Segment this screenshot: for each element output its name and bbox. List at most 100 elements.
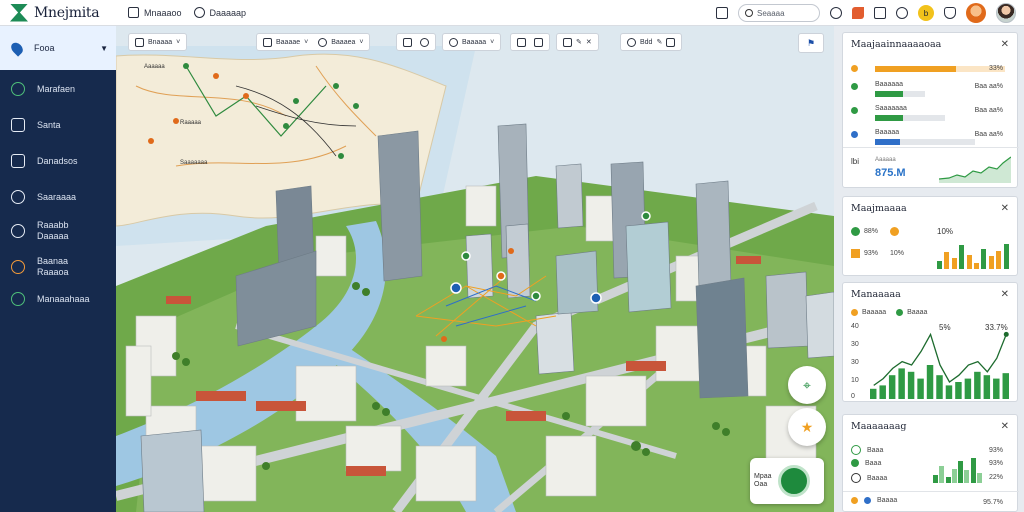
sidebar: Fooa ▼ Marafaen Santa Danadsos Saaraaaa … [0,26,116,512]
legend-item: 88% [851,227,900,236]
panel-title: Maaaaaaag [851,420,907,432]
legend: Baaaaa Baaaa [851,309,927,316]
star-icon: ★ [800,418,814,435]
sidebar-item-network[interactable]: Manaaahaaa [0,292,116,306]
map-toolbar-measure[interactable]: Bdd ✎ [620,33,683,51]
sidebar-item-label-group: Baanaa Raaaoa [37,256,69,278]
chart-icon [11,154,25,168]
ruler-icon [627,37,636,47]
sidebar-item-dashboard[interactable]: Danadsos [0,154,116,168]
close-icon: ✕ [585,39,592,46]
route-card[interactable]: Mpaa Oaa [750,458,824,504]
tab-dashboard[interactable]: Daaaaap [193,7,246,18]
close-icon[interactable]: ✕ [1001,203,1009,214]
locate-icon [420,37,429,47]
flag-icon: ⚑ [806,37,816,48]
sidebar-item-active[interactable]: Fooa ▼ [0,26,116,70]
chart-bar [955,382,962,399]
topbar-actions: Seaaaa b [716,3,1016,23]
chart-bar [966,255,972,269]
stat-sublabel: Aaaaaa [875,157,896,163]
y-tick: 40 [851,323,859,330]
status-row: Baaaa [851,473,887,483]
divider [843,147,1019,148]
chart-bar [937,260,942,269]
chevron-down-icon[interactable]: ▼ [100,44,108,53]
map-toolbar-filters[interactable]: Baaaae ˅ Baaaea ˅ [256,33,371,51]
sidebar-item-map[interactable]: Marafaen [0,82,116,96]
brand[interactable]: Mnejmita [0,0,116,26]
status-icon [851,445,861,455]
user-avatar[interactable] [996,3,1016,23]
chevron-down-icon: ˅ [490,38,495,46]
grid-icon [135,37,144,47]
export-icon[interactable] [716,7,728,19]
sidebar-item-sublabel: Raaaoa [37,267,69,277]
status-icon [851,473,861,483]
footer-value: 95.7% [983,499,1003,506]
chart-bar [898,368,905,399]
row-value: 33% [988,65,1003,72]
notification-badge[interactable]: b [918,5,934,21]
help-icon[interactable] [896,7,908,19]
map-label-region-b: Raaaaa [180,120,202,126]
footer-label: Baaaa [877,497,898,504]
progress-fill [875,91,903,97]
document-icon[interactable] [874,7,886,19]
bell-icon[interactable] [944,7,956,19]
row-label: Baaaaaa [875,81,904,88]
layers-icon [11,118,25,132]
avatar[interactable] [966,3,986,23]
status-dot [851,131,858,138]
sidebar-item-label: Manaaahaaa [37,294,90,304]
map-toolbar-display[interactable]: Baaaaa ˅ [442,33,502,51]
status-row: Baaa [851,459,881,467]
map-toolbar-tools[interactable] [396,33,436,51]
status-dot [851,497,858,504]
row-value: Baa aa% [974,131,1003,138]
sidebar-item-label: Raaabb [37,220,69,230]
panel-title: Maajmaaaa [851,202,907,214]
chart-bar [951,257,957,269]
progress-bar [875,139,975,145]
close-icon[interactable]: ✕ [1001,39,1009,50]
toolbar-label: Baaaae [276,38,301,46]
flag-button[interactable]: ⚑ [798,33,824,53]
sidebar-item-routes[interactable]: Saaraaaa [0,190,116,204]
map-label-region-c: Saaaaaaa [180,160,208,166]
bar-chart [933,455,983,483]
map-toolbar-layers[interactable]: Bnaaaa ˅ [128,33,188,51]
pin-icon [11,224,25,238]
map-toolbar-view[interactable] [510,33,550,51]
metric-value: 10% [937,227,954,236]
close-icon[interactable]: ✕ [1001,421,1009,432]
toolbar-label: Bdd [640,38,653,46]
map-viewport[interactable]: Aaaaaa Raaaaa Saaaaaaa Bnaaaa ˅ Baaaae ˅… [116,26,834,512]
search-input[interactable]: Seaaaa [738,4,820,22]
toolbar-label: Baaaaa [462,38,487,46]
route-icon [11,190,25,204]
chart-bar [888,375,896,399]
palette-icon[interactable] [852,7,864,19]
status-dot [851,83,858,90]
stat-label: lbi [851,157,860,166]
row-value: Baa aa% [974,107,1003,114]
chevron-down-icon: ˅ [176,38,181,46]
favorite-button[interactable]: ★ [788,408,826,446]
app-name: Mnejmita [34,4,100,21]
chart-bar [974,263,979,269]
settings-icon[interactable] [830,7,842,19]
map-toolbar-draw[interactable]: ✎ ✕ [556,33,599,51]
close-icon[interactable]: ✕ [1001,289,1009,300]
status-dot [851,65,858,72]
chart-bar [879,385,886,399]
sidebar-item-layers[interactable]: Santa [0,118,116,132]
compass-button[interactable]: ⌖ [788,366,826,404]
chart-bar [959,245,965,269]
globe-icon [11,82,25,96]
sidebar-item-places[interactable]: Raaabb Daaaaa [0,220,116,242]
toolbar-label: Bnaaaa [148,38,173,46]
bike-icon[interactable] [777,465,810,497]
sidebar-item-navigation[interactable]: Baanaa Raaaoa [0,256,116,278]
tab-map[interactable]: Mnaaaoo [128,7,182,18]
